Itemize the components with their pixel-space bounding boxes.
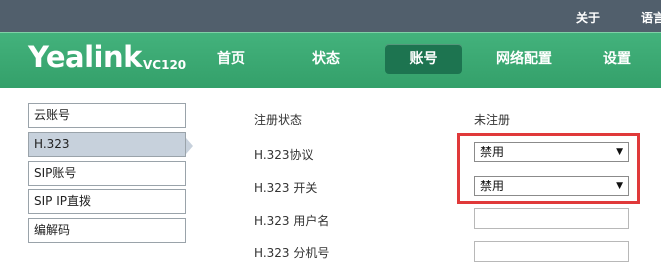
sidebar-item-h323[interactable]: H.323	[28, 132, 186, 157]
h323-switch-label: H.323 开关	[254, 181, 318, 195]
brand-logo: Yealink	[28, 40, 142, 74]
language-link[interactable]: 语言	[641, 9, 661, 26]
h323-username-input[interactable]	[474, 208, 629, 229]
h323-protocol-label: H.323协议	[254, 148, 314, 162]
nav-network[interactable]: 网络配置	[488, 44, 560, 74]
nav-settings[interactable]: 设置	[593, 44, 641, 74]
sidebar-item-cloud-account[interactable]: 云账号	[28, 103, 186, 128]
h323-extension-input[interactable]	[474, 241, 629, 262]
sidebar-item-sip-account[interactable]: SIP账号	[28, 161, 186, 186]
h323-extension-label: H.323 分机号	[254, 246, 330, 260]
highlight-annotation	[457, 133, 640, 204]
sidebar-item-codec[interactable]: 编解码	[28, 218, 186, 243]
about-link[interactable]: 关于	[576, 9, 600, 26]
nav-status[interactable]: 状态	[301, 44, 351, 74]
selected-pointer-icon	[186, 138, 193, 154]
nav-account[interactable]: 账号	[385, 44, 462, 74]
register-status-value: 未注册	[474, 113, 511, 127]
brand-model: VC120	[143, 58, 187, 72]
nav-home[interactable]: 首页	[206, 44, 256, 74]
register-status-label: 注册状态	[254, 113, 303, 127]
sidebar-item-sip-ip-dial[interactable]: SIP IP直拨	[28, 189, 186, 214]
h323-username-label: H.323 用户名	[254, 214, 330, 228]
top-bar: 关于 语言	[0, 0, 661, 32]
